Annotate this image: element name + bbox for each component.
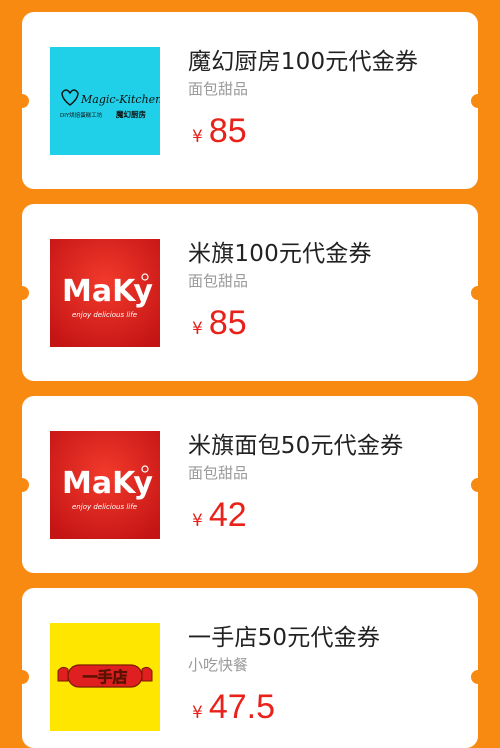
magic-kitchen-logo-icon: Magic-Kitchen DIY烘焙蛋糕工坊 魔幻厨房 bbox=[50, 47, 160, 155]
logo-subtext: enjoy delicious life bbox=[72, 503, 137, 511]
logo-subtext: DIY烘焙蛋糕工坊 bbox=[60, 111, 103, 119]
logo-brand-cn: 魔幻厨房 bbox=[115, 109, 146, 119]
coupon-list: Magic-Kitchen DIY烘焙蛋糕工坊 魔幻厨房 魔幻厨房100元代金券… bbox=[0, 0, 500, 748]
coupon-title: 魔幻厨房100元代金券 bbox=[188, 49, 419, 75]
logo-brand-text: MaKy bbox=[62, 274, 153, 309]
coupon-category: 小吃快餐 bbox=[188, 656, 249, 674]
coupon-card[interactable]: Magic-Kitchen DIY烘焙蛋糕工坊 魔幻厨房 魔幻厨房100元代金券… bbox=[15, 12, 485, 189]
ticket-notch-right bbox=[471, 94, 485, 108]
price-amount: 42 bbox=[208, 496, 247, 534]
coupon-price: ¥ 85 bbox=[192, 112, 247, 151]
coupon-category: 面包甜品 bbox=[188, 80, 249, 98]
maky-logo-icon: MaKy enjoy delicious life bbox=[50, 431, 160, 539]
coupon-card[interactable]: MaKy enjoy delicious life 米旗面包50元代金券 面包甜… bbox=[15, 396, 485, 573]
currency-symbol: ¥ bbox=[192, 127, 203, 147]
maky-logo-icon: MaKy enjoy delicious life bbox=[50, 239, 160, 347]
ticket-notch-right bbox=[471, 670, 485, 684]
yishoudian-logo-icon: 一手店 bbox=[50, 623, 160, 731]
coupon-card[interactable]: MaKy enjoy delicious life 米旗100元代金券 面包甜品… bbox=[15, 204, 485, 381]
ticket-notch-left bbox=[15, 670, 29, 684]
ticket-notch-left bbox=[15, 286, 29, 300]
ticket-notch-right bbox=[471, 286, 485, 300]
price-amount: 85 bbox=[208, 304, 247, 342]
ticket-notch-right bbox=[471, 478, 485, 492]
price-amount: 47.5 bbox=[208, 688, 276, 726]
logo-subtext: enjoy delicious life bbox=[72, 311, 137, 319]
currency-symbol: ¥ bbox=[192, 319, 203, 339]
ticket-notch-left bbox=[15, 478, 29, 492]
coupon-price: ¥ 85 bbox=[192, 304, 247, 343]
currency-symbol: ¥ bbox=[192, 511, 203, 531]
ticket-notch-left bbox=[15, 94, 29, 108]
currency-symbol: ¥ bbox=[192, 703, 203, 723]
coupon-title: 一手店50元代金券 bbox=[188, 625, 381, 651]
coupon-title: 米旗面包50元代金券 bbox=[188, 433, 404, 459]
coupon-price: ¥ 47.5 bbox=[192, 688, 275, 727]
coupon-card[interactable]: 一手店 一手店50元代金券 小吃快餐 ¥ 47.5 bbox=[15, 588, 485, 748]
coupon-price: ¥ 42 bbox=[192, 496, 247, 535]
price-amount: 85 bbox=[208, 112, 247, 150]
logo-brand-text: MaKy bbox=[62, 466, 153, 501]
logo-brand-text: 一手店 bbox=[82, 668, 127, 686]
logo-brand-text: Magic-Kitchen bbox=[80, 93, 160, 106]
coupon-title: 米旗100元代金券 bbox=[188, 241, 372, 267]
coupon-category: 面包甜品 bbox=[188, 464, 249, 482]
coupon-category: 面包甜品 bbox=[188, 272, 249, 290]
